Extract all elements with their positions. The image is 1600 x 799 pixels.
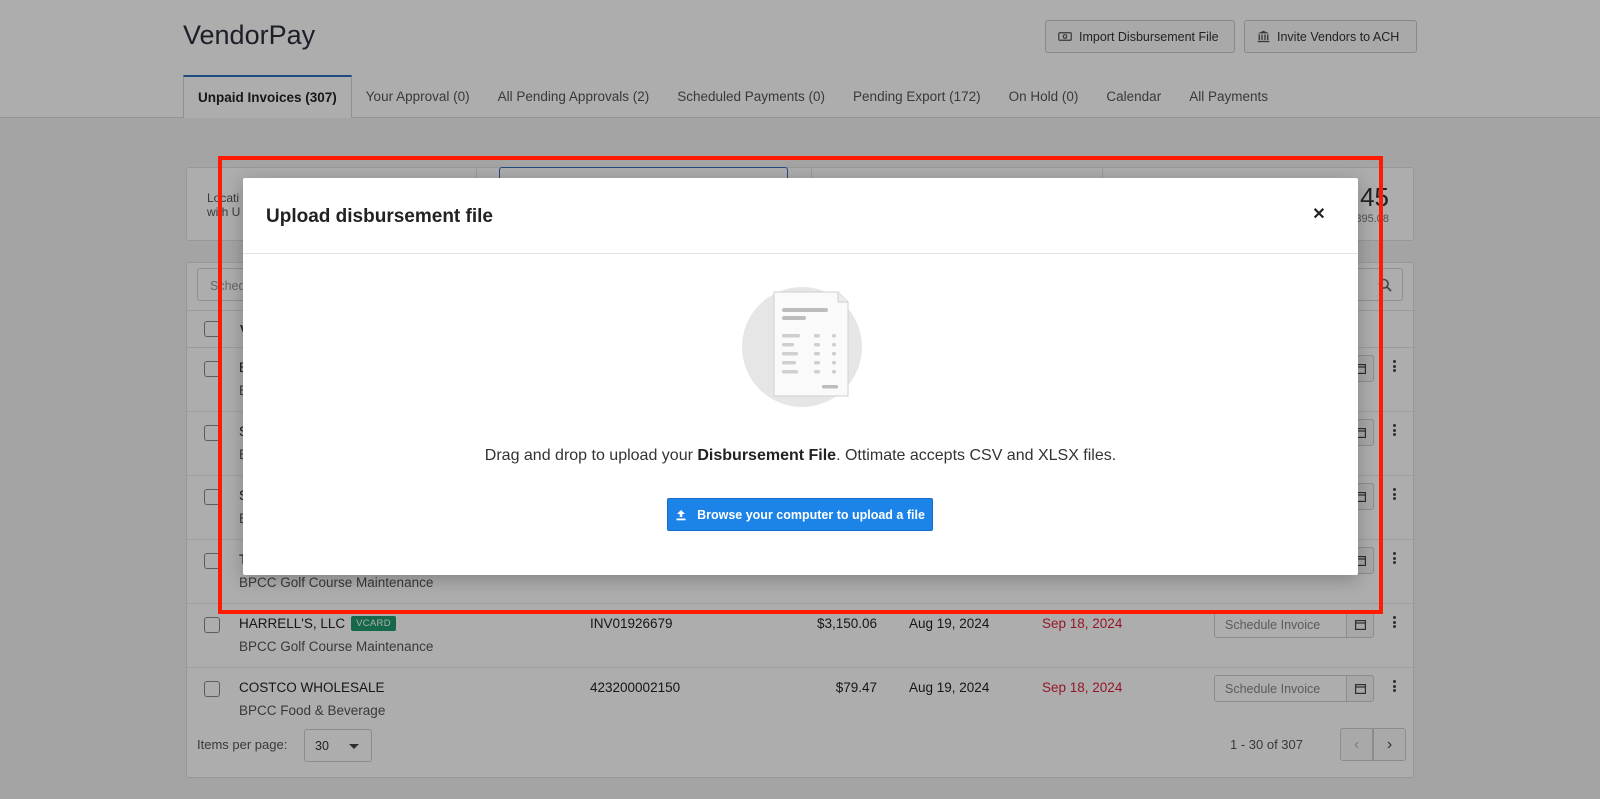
highlight-box (218, 156, 1383, 614)
